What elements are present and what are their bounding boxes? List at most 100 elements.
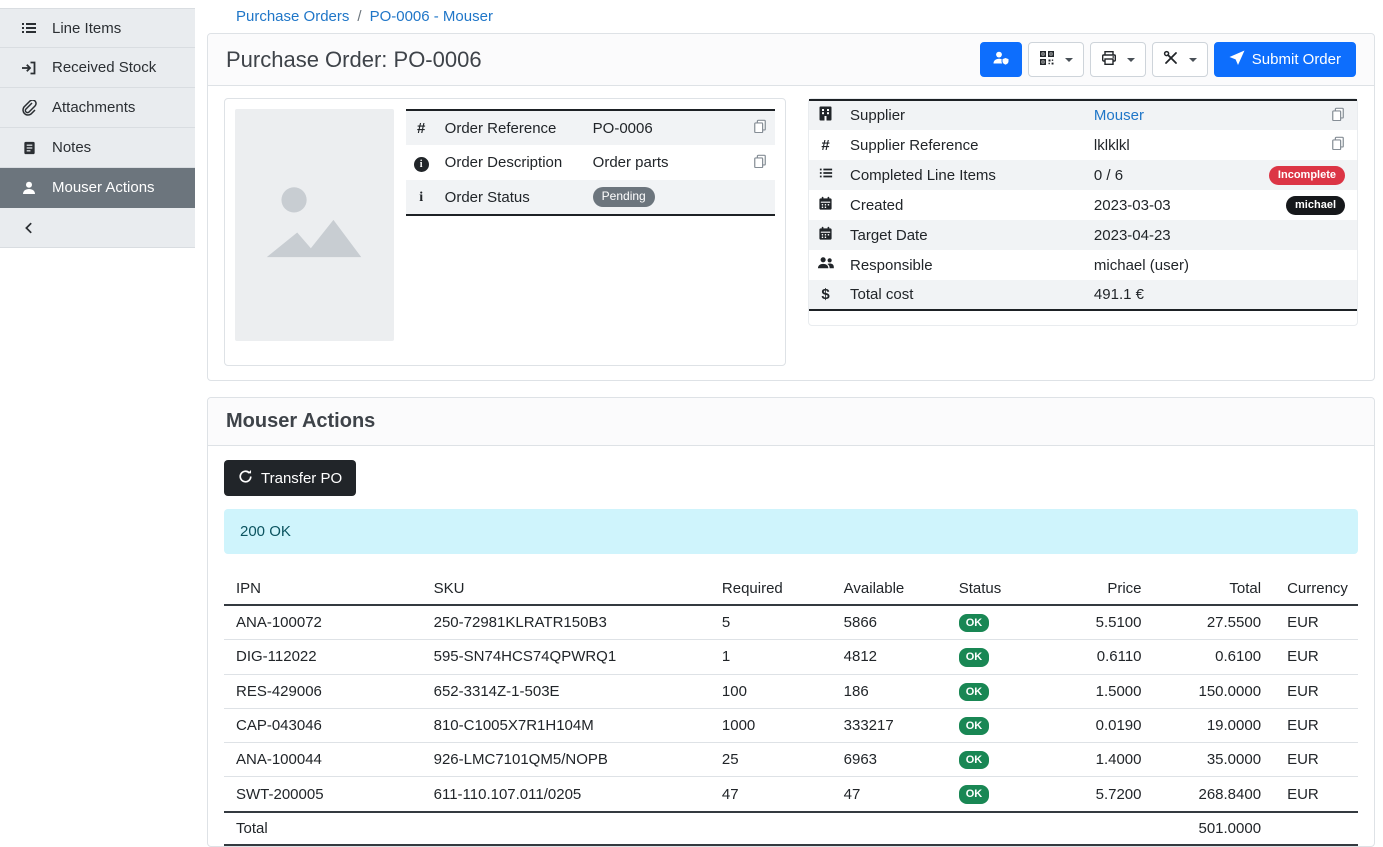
detail-label: Target Date xyxy=(842,220,1086,250)
cell-currency: EUR xyxy=(1271,777,1358,812)
supplier-link[interactable]: Mouser xyxy=(1094,107,1144,124)
col-header-required: Required xyxy=(712,573,834,605)
sidebar-collapse-button[interactable] xyxy=(0,208,195,248)
cell-sku: 810-C1005X7R1H104M xyxy=(424,708,712,742)
status-ok-badge: OK xyxy=(959,751,990,769)
cell-currency: EUR xyxy=(1271,640,1358,674)
cell-price: 0.6110 xyxy=(1046,640,1152,674)
panel-title: Mouser Actions xyxy=(226,410,1356,433)
status-ok-badge: OK xyxy=(959,614,990,632)
cell-ipn: SWT-200005 xyxy=(224,777,424,812)
detail-value: 2023-04-23 xyxy=(1086,220,1261,250)
cell-ipn: ANA-100072 xyxy=(224,605,424,640)
cell-total: 19.0000 xyxy=(1152,708,1272,742)
chevron-down-icon xyxy=(1189,58,1197,62)
submit-order-label: Submit Order xyxy=(1252,51,1341,68)
incomplete-badge: Incomplete xyxy=(1269,166,1345,184)
cell-price: 1.4000 xyxy=(1046,743,1152,777)
user-actions-button[interactable] xyxy=(980,42,1022,77)
cell-sku: 926-LMC7101QM5/NOPB xyxy=(424,743,712,777)
hash-icon: # xyxy=(821,137,829,154)
copy-icon[interactable] xyxy=(1331,107,1345,121)
detail-label: Completed Line Items xyxy=(842,160,1086,190)
transfer-po-button[interactable]: Transfer PO xyxy=(224,460,356,496)
detail-row-supplier: Supplier Mouser xyxy=(809,100,1357,130)
col-header-price: Price xyxy=(1046,573,1152,605)
order-image-placeholder[interactable] xyxy=(235,109,394,341)
table-row: DIG-112022 595-SN74HCS74QPWRQ1 1 4812 OK… xyxy=(224,640,1358,674)
detail-row-responsible: Responsible michael (user) xyxy=(809,250,1357,280)
cell-sku: 595-SN74HCS74QPWRQ1 xyxy=(424,640,712,674)
detail-row-total-cost: $ Total cost 491.1 € xyxy=(809,280,1357,310)
cell-currency: EUR xyxy=(1271,743,1358,777)
user-shield-icon xyxy=(992,50,1010,70)
order-summary-table: # Order Reference PO-0006 i Order Descri… xyxy=(406,109,775,216)
breadcrumb-link-purchase-orders[interactable]: Purchase Orders xyxy=(236,8,349,25)
col-header-sku: SKU xyxy=(424,573,712,605)
cell-ipn: DIG-112022 xyxy=(224,640,424,674)
detail-value: Order parts xyxy=(585,145,745,180)
order-actions-button[interactable] xyxy=(1152,42,1208,77)
cell-required: 100 xyxy=(712,674,834,708)
cell-sku: 652-3314Z-1-503E xyxy=(424,674,712,708)
sidebar-item-received-stock[interactable]: Received Stock xyxy=(0,48,195,88)
chevron-down-icon xyxy=(1127,58,1135,62)
cell-available: 333217 xyxy=(834,708,949,742)
detail-label: Order Description xyxy=(437,145,585,180)
sidebar-item-label: Mouser Actions xyxy=(52,179,155,196)
detail-label: Total cost xyxy=(842,280,1086,310)
cell-currency: EUR xyxy=(1271,674,1358,708)
sidebar-item-line-items[interactable]: Line Items xyxy=(0,8,195,48)
copy-icon[interactable] xyxy=(753,119,767,133)
cell-total: 35.0000 xyxy=(1152,743,1272,777)
barcode-actions-button[interactable] xyxy=(1028,42,1084,77)
detail-label: Supplier xyxy=(842,100,1086,130)
sidebar-item-notes[interactable]: Notes xyxy=(0,128,195,168)
calendar-icon xyxy=(818,228,833,245)
mouser-actions-body: Transfer PO 200 OK IPN SKU Required Avai… xyxy=(208,446,1374,846)
sidebar-item-label: Received Stock xyxy=(52,59,156,76)
cell-total: 150.0000 xyxy=(1152,674,1272,708)
detail-value: 491.1 € xyxy=(1086,280,1261,310)
table-header-row: IPN SKU Required Available Status Price … xyxy=(224,573,1358,605)
sidebar-item-label: Notes xyxy=(52,139,91,156)
status-ok-badge: OK xyxy=(959,648,990,666)
cell-required: 25 xyxy=(712,743,834,777)
status-ok-badge: OK xyxy=(959,785,990,803)
order-detail-header: Purchase Order: PO-0006 xyxy=(208,34,1374,86)
sidebar-item-mouser-actions[interactable]: Mouser Actions xyxy=(0,168,195,208)
order-detail-panel: Purchase Order: PO-0006 xyxy=(207,33,1375,381)
cell-available: 5866 xyxy=(834,605,949,640)
detail-row-order-status: i Order Status Pending xyxy=(406,180,775,215)
cell-total: 0.6100 xyxy=(1152,640,1272,674)
copy-icon[interactable] xyxy=(1331,136,1345,150)
copy-icon[interactable] xyxy=(753,154,767,168)
note-icon xyxy=(20,140,38,156)
cell-ipn: RES-429006 xyxy=(224,674,424,708)
breadcrumb-link-current-order[interactable]: PO-0006 - Mouser xyxy=(370,8,493,25)
cell-available: 6963 xyxy=(834,743,949,777)
table-row: RES-429006 652-3314Z-1-503E 100 186 OK 1… xyxy=(224,674,1358,708)
paperclip-icon xyxy=(20,100,38,116)
col-header-total: Total xyxy=(1152,573,1272,605)
submit-order-button[interactable]: Submit Order xyxy=(1214,42,1356,77)
info-circle-icon: i xyxy=(414,157,429,172)
detail-row-order-description: i Order Description Order parts xyxy=(406,145,775,180)
sidebar-item-attachments[interactable]: Attachments xyxy=(0,88,195,128)
detail-value: 0 / 6 xyxy=(1086,160,1261,190)
table-row: ANA-100044 926-LMC7101QM5/NOPB 25 6963 O… xyxy=(224,743,1358,777)
main-content: Purchase Orders / PO-0006 - Mouser Purch… xyxy=(195,0,1383,847)
cell-available: 186 xyxy=(834,674,949,708)
cell-price: 0.0190 xyxy=(1046,708,1152,742)
cell-required: 47 xyxy=(712,777,834,812)
col-header-ipn: IPN xyxy=(224,573,424,605)
send-icon xyxy=(1229,50,1245,70)
mouser-actions-header: Mouser Actions xyxy=(208,398,1374,446)
order-info-card: Supplier Mouser # Supplier Reference lkl… xyxy=(808,98,1358,326)
chevron-down-icon xyxy=(1065,58,1073,62)
detail-row-order-reference: # Order Reference PO-0006 xyxy=(406,110,775,145)
table-footer-row: Total 501.0000 xyxy=(224,812,1358,845)
print-actions-button[interactable] xyxy=(1090,42,1146,77)
detail-row-created: Created 2023-03-03 michael xyxy=(809,190,1357,220)
cell-ipn: CAP-043046 xyxy=(224,708,424,742)
